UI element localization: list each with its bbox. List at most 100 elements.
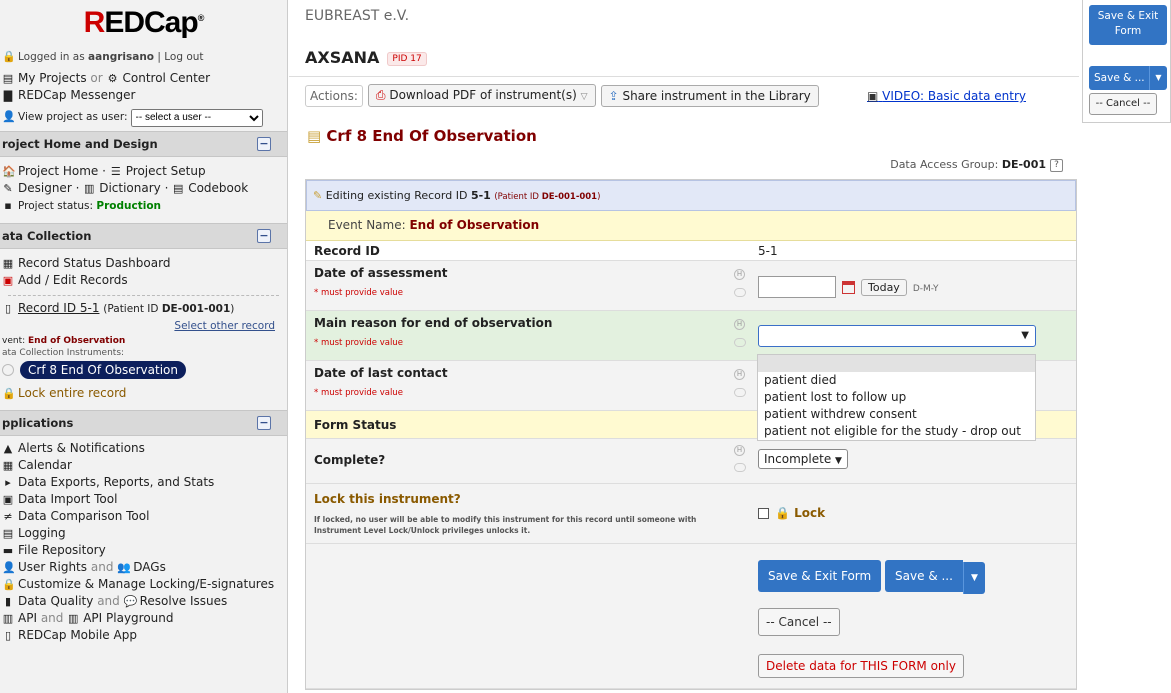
chevron-down-icon: ▽ <box>580 92 588 102</box>
project-title: AXSANA PID 17 <box>305 48 427 67</box>
save-exit-button[interactable]: Save & Exit Form <box>758 560 882 592</box>
collapse-icon[interactable]: − <box>257 415 271 430</box>
dictionary-link[interactable]: Dictionary <box>99 181 161 195</box>
logo-text: EDCap <box>104 6 198 39</box>
codebook-icon: ▤ <box>173 181 184 195</box>
export-icon: ▸ <box>5 475 11 489</box>
and-text: and <box>40 610 64 625</box>
save-more-dropdown-icon[interactable]: ▼ <box>962 562 985 594</box>
history-icon[interactable]: H <box>734 369 745 380</box>
comment-icon[interactable] <box>734 463 746 472</box>
date-assessment-input[interactable] <box>758 276 836 298</box>
dropdown-option[interactable]: patient not eligible for the study - dro… <box>758 423 1035 440</box>
instrument-link[interactable]: Crf 8 End Of Observation <box>20 360 186 379</box>
add-edit-records-link[interactable]: Add / Edit Records <box>18 273 128 287</box>
complete-value: Incomplete <box>764 452 832 466</box>
pid-badge: PID 17 <box>387 52 427 66</box>
app-item[interactable]: Calendar <box>18 458 72 472</box>
app-item[interactable]: Data Comparison Tool <box>18 509 149 523</box>
lock-checkbox-label: Lock <box>794 506 826 520</box>
lock-record-link[interactable]: Lock entire record <box>18 386 126 400</box>
mobile-app-link[interactable]: REDCap Mobile App <box>18 628 137 642</box>
project-home-link[interactable]: Project Home <box>18 164 98 178</box>
record-status-dashboard-link[interactable]: Record Status Dashboard <box>18 256 170 270</box>
history-icon[interactable]: H <box>734 319 745 330</box>
redcap-logo[interactable]: REDCap® <box>0 0 287 48</box>
collapse-icon[interactable]: − <box>257 228 271 243</box>
collapse-icon[interactable]: − <box>257 136 271 151</box>
calendar-icon[interactable] <box>842 280 855 294</box>
floating-cancel-button[interactable]: -- Cancel -- <box>1089 93 1157 115</box>
required-note: * must provide value <box>314 388 403 398</box>
main-reason-select[interactable]: ▼ <box>758 325 1036 347</box>
project-setup-link[interactable]: Project Setup <box>126 164 206 178</box>
locking-link[interactable]: Customize & Manage Locking/E-signatures <box>18 577 274 591</box>
app-item[interactable]: File Repository <box>18 543 106 557</box>
delete-form-button[interactable]: Delete data for THIS FORM only <box>758 654 964 678</box>
history-icon[interactable]: H <box>734 269 745 280</box>
help-icon[interactable]: ? <box>1050 158 1063 172</box>
download-pdf-label: Download PDF of instrument(s) <box>389 88 577 102</box>
download-pdf-button[interactable]: ⎙ Download PDF of instrument(s) ▽ <box>367 84 596 107</box>
dropdown-option[interactable]: patient died <box>758 372 1035 389</box>
user-icon: 👤 <box>2 110 16 123</box>
data-quality-link[interactable]: Data Quality <box>18 594 93 608</box>
record-link[interactable]: Record ID 5-1 <box>18 301 99 315</box>
floating-save-panel: Save & Exit Form Save & ... ▼ -- Cancel -… <box>1082 0 1171 123</box>
main-reason-label: Main reason for end of observation <box>314 316 553 330</box>
api-playground-link[interactable]: API Playground <box>83 611 173 625</box>
history-icon[interactable]: H <box>734 445 745 456</box>
user-rights-link[interactable]: User Rights <box>18 560 87 574</box>
app-item[interactable]: Logging <box>18 526 66 540</box>
dags-link[interactable]: DAGs <box>133 560 166 574</box>
floating-dropdown-icon[interactable]: ▼ <box>1149 66 1167 90</box>
share-library-button[interactable]: ⇪ Share instrument in the Library <box>600 84 819 107</box>
data-access-group: Data Access Group: DE-001? <box>890 158 1063 172</box>
dag-value: DE-001 <box>1001 158 1046 171</box>
today-button[interactable]: Today <box>861 278 907 296</box>
messenger-link[interactable]: REDCap Messenger <box>18 88 136 102</box>
event-value: End of Observation <box>409 218 540 232</box>
api-link[interactable]: API <box>18 611 37 625</box>
record-id-label: Record ID <box>314 244 380 258</box>
last-contact-label: Date of last contact <box>314 366 448 380</box>
editing-record-id: 5-1 <box>470 189 491 202</box>
select-other-record-link[interactable]: Select other record <box>174 320 275 332</box>
logout-link[interactable]: Log out <box>164 51 203 63</box>
dropdown-option[interactable]: patient withdrew consent <box>758 406 1035 423</box>
cancel-button[interactable]: -- Cancel -- <box>758 608 840 636</box>
section-data-collection: ata Collection − <box>0 222 287 249</box>
app-item[interactable]: Alerts & Notifications <box>18 441 145 455</box>
app-item[interactable]: Data Exports, Reports, and Stats <box>18 475 214 489</box>
date-assessment-row: Date of assessment * must provide value … <box>306 261 1076 311</box>
event-name-row: Event Name: End of Observation <box>306 211 1076 241</box>
floating-save-more-button[interactable]: Save & ... <box>1089 66 1149 90</box>
complete-select[interactable]: Incomplete ▼ <box>758 449 848 469</box>
video-link[interactable]: ▣ VIDEO: Basic data entry <box>867 89 1026 103</box>
comment-icon[interactable] <box>734 338 746 347</box>
add-record-icon: ▣ <box>2 273 14 287</box>
my-projects-link[interactable]: My Projects <box>18 71 87 85</box>
designer-link[interactable]: Designer <box>18 181 72 195</box>
lock-icon: 🔒 <box>2 50 16 63</box>
app-item[interactable]: Data Import Tool <box>18 492 117 506</box>
api-icon: ▥ <box>68 611 79 625</box>
lock-checkbox[interactable] <box>758 508 769 519</box>
floating-save-exit-button[interactable]: Save & Exit Form <box>1089 5 1167 45</box>
comment-icon[interactable] <box>734 288 746 297</box>
share-icon: ⇪ <box>608 88 619 103</box>
messenger-icon: ▇ <box>3 89 13 102</box>
dropdown-option[interactable]: patient lost to follow up <box>758 389 1035 406</box>
video-label: VIDEO: Basic data entry <box>882 89 1026 103</box>
import-icon: ▣ <box>2 492 14 506</box>
comment-icon[interactable] <box>734 388 746 397</box>
lock-row: Lock this instrument? If locked, no user… <box>306 484 1076 544</box>
codebook-link[interactable]: Codebook <box>188 181 248 195</box>
resolve-issues-link[interactable]: Resolve Issues <box>140 594 228 608</box>
control-center-link[interactable]: Control Center <box>123 71 211 85</box>
username: aangrisano <box>88 51 155 63</box>
option-blank[interactable] <box>758 355 1035 372</box>
view-as-select[interactable]: -- select a user -- <box>130 108 263 127</box>
save-more-button[interactable]: Save & ... <box>885 560 963 592</box>
required-note: * must provide value <box>314 288 403 298</box>
